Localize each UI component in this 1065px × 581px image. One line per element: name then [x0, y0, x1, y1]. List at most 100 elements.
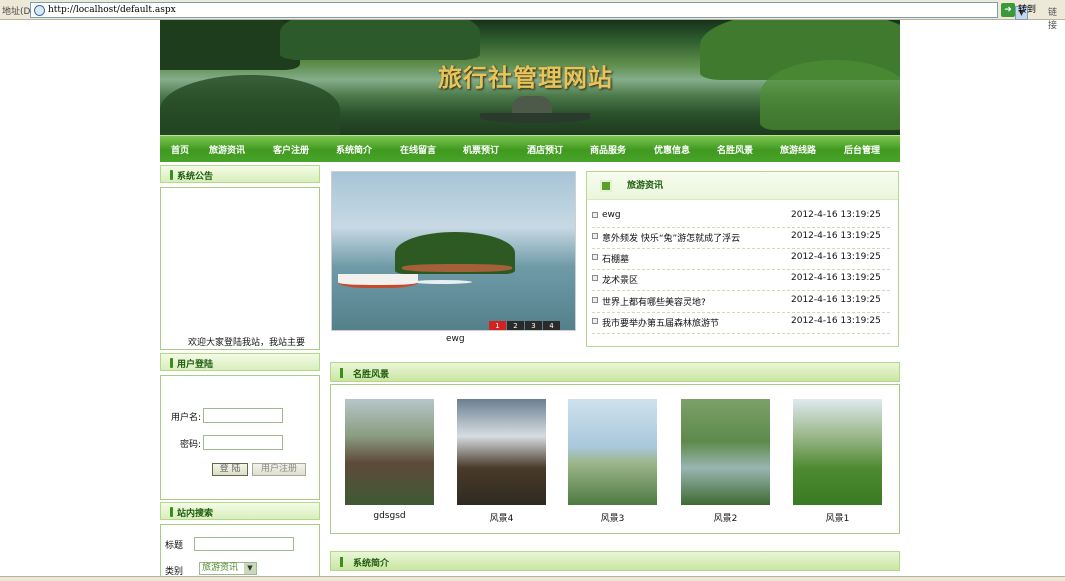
register-button[interactable]: 用户注册 — [252, 463, 306, 476]
header-bar-icon — [340, 368, 343, 378]
scenic-thumbnail[interactable] — [681, 399, 770, 505]
news-item-title[interactable]: 世界上都有哪些美容灵地? — [602, 295, 706, 308]
nav-item-scenic[interactable]: 名胜风景 — [717, 143, 753, 156]
bullet-icon — [592, 254, 598, 260]
news-item[interactable]: 我市要举办第五届森林旅游节 2012-4-16 13:19:25 — [592, 313, 890, 334]
browser-status-bar — [0, 576, 1065, 581]
island-shore — [402, 264, 512, 272]
slide-page-2[interactable]: 2 — [507, 321, 524, 330]
bullet-icon — [592, 212, 598, 218]
slide-page-3[interactable]: 3 — [525, 321, 542, 330]
news-item-date: 2012-4-16 13:19:25 — [791, 231, 881, 241]
intro-title: 系统简介 — [353, 559, 390, 569]
news-item[interactable]: 意外频发 快乐“兔”游怎就成了浮云 2012-4-16 13:19:25 — [592, 228, 890, 249]
scenic-label[interactable]: 风景1 — [793, 511, 882, 524]
password-input[interactable] — [203, 435, 283, 450]
login-panel-header: 用户登陆 — [160, 353, 320, 371]
nav-item-routes[interactable]: 旅游线路 — [780, 143, 816, 156]
login-title: 用户登陆 — [177, 360, 214, 370]
category-value: 旅游资讯 — [202, 563, 239, 573]
browser-address-bar: 地址(D) http://localhost/default.aspx ▼ ➜ 转… — [0, 0, 1065, 31]
nav-item-home[interactable]: 首页 — [171, 143, 189, 156]
nav-item-travel-news[interactable]: 旅游资讯 — [209, 143, 245, 156]
slideshow-pager: 12345 — [488, 321, 575, 330]
search-panel: 标题 类别 旅游资讯 ▼ — [160, 524, 320, 581]
go-label: 转到 — [1018, 5, 1037, 15]
notice-text: 欢迎大家登陆我站，我站主要 — [188, 338, 306, 348]
news-item-date: 2012-4-16 13:19:25 — [791, 252, 881, 262]
news-item-date: 2012-4-16 13:19:25 — [791, 295, 881, 305]
news-item-date: 2012-4-16 13:19:25 — [791, 273, 881, 283]
page-icon — [34, 5, 45, 16]
chevron-down-icon: ▼ — [244, 563, 256, 574]
nav-item-admin[interactable]: 后台管理 — [844, 143, 880, 156]
scenic-thumbnail[interactable] — [568, 399, 657, 505]
links-label[interactable]: 链接 — [1048, 5, 1065, 31]
nav-item-offers[interactable]: 优惠信息 — [654, 143, 690, 156]
news-item-title[interactable]: ewg — [602, 210, 621, 220]
speedboat-shape — [338, 274, 418, 288]
scenic-label[interactable]: gdsgsd — [345, 511, 434, 521]
news-item[interactable]: 世界上都有哪些美容灵地? 2012-4-16 13:19:25 — [592, 292, 890, 313]
password-label: 密码: — [180, 440, 202, 450]
header-bar-icon — [340, 557, 343, 567]
nav-item-flights[interactable]: 机票预订 — [463, 143, 499, 156]
nav-item-register[interactable]: 客户注册 — [273, 143, 309, 156]
scenic-thumbnail[interactable] — [345, 399, 434, 505]
slide-page-1[interactable]: 1 — [489, 321, 506, 330]
slideshow-image[interactable]: 12345 — [331, 171, 576, 331]
search-title-input[interactable] — [194, 537, 294, 551]
notice-title: 系统公告 — [177, 172, 214, 182]
search-panel-header: 站内搜索 — [160, 502, 320, 520]
slideshow-caption[interactable]: ewg — [446, 334, 465, 344]
nav-item-about[interactable]: 系统简介 — [336, 143, 372, 156]
news-item[interactable]: 龙术景区 2012-4-16 13:19:25 — [592, 270, 890, 291]
search-title-label: 标题 — [165, 541, 184, 551]
slide-page-4[interactable]: 4 — [543, 321, 560, 330]
site-header-banner: 旅行社管理网站 — [160, 20, 900, 135]
banner-hill — [160, 75, 340, 135]
scenic-panel: gdsgsd 风景4 风景3 风景2 风景1 — [330, 384, 900, 534]
news-item-title[interactable]: 我市要举办第五届森林旅游节 — [602, 316, 719, 329]
scenic-section-header: 名胜风景 — [330, 362, 900, 382]
bullet-icon — [592, 233, 598, 239]
news-item-title[interactable]: 龙术景区 — [602, 273, 638, 286]
boat — [480, 113, 590, 123]
login-button[interactable]: 登 陆 — [212, 463, 248, 476]
username-input[interactable] — [203, 408, 283, 423]
banner-hill — [280, 20, 480, 60]
header-bar-icon — [170, 170, 173, 180]
go-button[interactable]: ➜ 转到 — [1001, 3, 1036, 18]
scenic-thumbnail[interactable] — [793, 399, 882, 505]
scenic-label[interactable]: 风景3 — [568, 511, 657, 524]
bullet-icon — [592, 275, 598, 281]
news-item-title[interactable]: 石棚墓 — [602, 252, 629, 265]
banner-hill — [760, 60, 900, 130]
news-icon — [600, 180, 612, 192]
banner-hill — [160, 20, 300, 70]
login-panel: 用户名: 密码: 登 陆 用户注册 — [160, 375, 320, 500]
bullet-icon — [592, 318, 598, 324]
news-item-title[interactable]: 意外频发 快乐“兔”游怎就成了浮云 — [602, 231, 740, 244]
scenic-thumbnail[interactable] — [457, 399, 546, 505]
intro-section-header: 系统简介 — [330, 551, 900, 571]
nav-item-message[interactable]: 在线留言 — [400, 143, 436, 156]
search-category-select[interactable]: 旅游资讯 ▼ — [199, 562, 257, 575]
scenic-label[interactable]: 风景2 — [681, 511, 770, 524]
news-panel: 旅游资讯 ewg 2012-4-16 13:19:25 意外频发 快乐“兔”游怎… — [586, 171, 899, 347]
header-bar-icon — [170, 358, 173, 368]
search-title: 站内搜索 — [177, 509, 214, 519]
news-item[interactable]: ewg 2012-4-16 13:19:25 — [592, 207, 890, 228]
nav-item-hotels[interactable]: 酒店预订 — [527, 143, 563, 156]
news-title: 旅游资讯 — [627, 181, 664, 191]
address-input[interactable]: http://localhost/default.aspx ▼ — [30, 2, 1028, 20]
address-url: http://localhost/default.aspx — [48, 5, 176, 15]
boat-wake — [412, 280, 472, 284]
news-item-date: 2012-4-16 13:19:25 — [791, 316, 881, 326]
scenic-label[interactable]: 风景4 — [457, 511, 546, 524]
news-panel-header: 旅游资讯 — [587, 172, 898, 200]
site-title: 旅行社管理网站 — [438, 63, 613, 92]
news-item[interactable]: 石棚墓 2012-4-16 13:19:25 — [592, 249, 890, 270]
nav-item-products[interactable]: 商品服务 — [590, 143, 626, 156]
boat-cabin — [512, 96, 552, 114]
